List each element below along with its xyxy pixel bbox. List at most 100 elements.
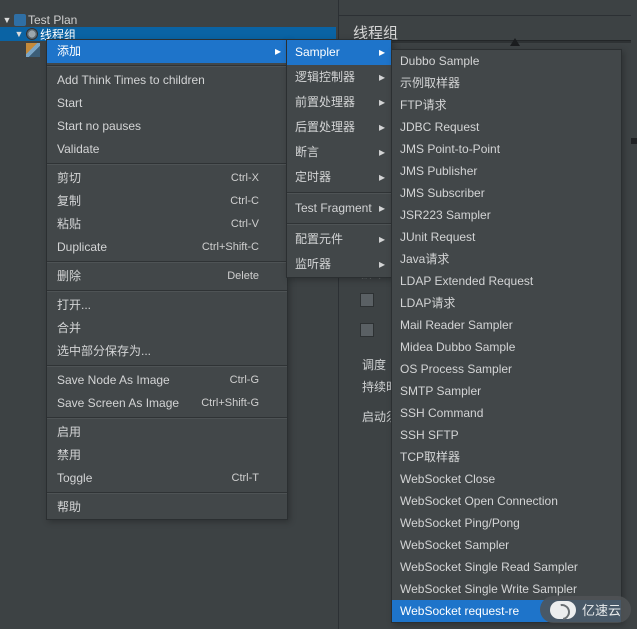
sampler-item[interactable]: JUnit Request [392,226,621,248]
sampler-item[interactable]: WebSocket Sampler [392,534,621,556]
gear-icon [26,28,38,40]
menu-item-save-node-as-image[interactable]: Save Node As ImageCtrl-G [47,369,287,392]
menu-separator [47,290,287,292]
sampler-item[interactable]: WebSocket Ping/Pong [392,512,621,534]
menu-item-label: LDAP请求 [400,296,455,310]
menu-item-start[interactable]: Start [47,92,287,115]
menu-item-label: FTP请求 [400,98,447,112]
menu-item-label: Validate [57,142,99,156]
sampler-item[interactable]: 示例取样器 [392,72,621,94]
sampler-item[interactable]: LDAP请求 [392,292,621,314]
menu-item-label: Test Fragment [295,201,372,215]
sampler-item[interactable]: JDBC Request [392,116,621,138]
submenu-arrow-icon: ▸ [379,252,385,277]
submenu-item-timer[interactable]: 定时器▸ [287,165,391,190]
submenu-item-logic-controller[interactable]: 逻辑控制器▸ [287,65,391,90]
sampler-item[interactable]: JMS Point-to-Point [392,138,621,160]
submenu-item-test-fragment[interactable]: Test Fragment ▸ [287,196,391,221]
sampler-item[interactable]: WebSocket Close [392,468,621,490]
menu-item-label: Dubbo Sample [400,54,479,68]
right-top-bar [339,0,637,16]
menu-separator [47,65,287,67]
menu-item-duplicate[interactable]: DuplicateCtrl+Shift-C [47,236,287,259]
menu-item-label: WebSocket request-re [400,604,519,618]
menu-item-save-screen-as-image[interactable]: Save Screen As ImageCtrl+Shift-G [47,392,287,415]
flask-icon [14,14,26,26]
menu-item-save-selection-as[interactable]: 选中部分保存为... [47,340,287,363]
sampler-item[interactable]: FTP请求 [392,94,621,116]
right-scrollbar[interactable] [631,0,637,629]
sampler-item[interactable]: SSH SFTP [392,424,621,446]
menu-item-label: WebSocket Close [400,472,495,486]
submenu-arrow-icon: ▸ [379,196,385,221]
sampler-item[interactable]: Dubbo Sample [392,50,621,72]
menu-item-label: 配置元件 [295,232,343,246]
menu-item-merge[interactable]: 合并 [47,317,287,340]
menu-item-start-no-pauses[interactable]: Start no pauses [47,115,287,138]
submenu-arrow-icon: ▸ [379,65,385,90]
menu-item-label: 复制 [57,194,81,208]
menu-item-label: 监听器 [295,257,331,271]
menu-item-label: 帮助 [57,500,81,514]
menu-item-validate[interactable]: Validate [47,138,287,161]
menu-separator [287,192,391,194]
submenu-item-listener[interactable]: 监听器 ▸ [287,252,391,277]
chk2[interactable] [360,322,378,337]
menu-item-disable[interactable]: 禁用 [47,444,287,467]
expand-icon[interactable]: ▼ [2,15,12,25]
menu-item-label: Start no pauses [57,119,141,133]
menu-item-label: Mail Reader Sampler [400,318,513,332]
menu-item-cut[interactable]: 剪切Ctrl-X [47,167,287,190]
shortcut: Ctrl-G [230,369,259,392]
sampler-item[interactable]: JSR223 Sampler [392,204,621,226]
menu-separator [47,492,287,494]
menu-item-label: OS Process Sampler [400,362,512,376]
sampler-item[interactable]: WebSocket Single Read Sampler [392,556,621,578]
sampler-item[interactable]: SMTP Sampler [392,380,621,402]
menu-item-label: SSH SFTP [400,428,459,442]
menu-item-label: SSH Command [400,406,483,420]
menu-separator [47,261,287,263]
sampler-item[interactable]: Midea Dubbo Sample [392,336,621,358]
sampler-item[interactable]: JMS Subscriber [392,182,621,204]
menu-item-add-think-times[interactable]: Add Think Times to children [47,69,287,92]
menu-item-add[interactable]: 添加 ▸ [47,40,287,63]
menu-item-delete[interactable]: 删除Delete [47,265,287,288]
menu-item-label: LDAP Extended Request [400,274,533,288]
menu-item-open[interactable]: 打开... [47,294,287,317]
menu-item-help[interactable]: 帮助 [47,496,287,519]
menu-item-label: SMTP Sampler [400,384,481,398]
expand-icon[interactable]: ▼ [14,29,24,39]
chk1[interactable] [360,292,378,307]
sampler-item[interactable]: JMS Publisher [392,160,621,182]
menu-item-label: Save Screen As Image [57,396,179,410]
sampler-item[interactable]: SSH Command [392,402,621,424]
menu-item-enable[interactable]: 启用 [47,421,287,444]
submenu-item-pre-processor[interactable]: 前置处理器▸ [287,90,391,115]
sampler-item[interactable]: LDAP Extended Request [392,270,621,292]
menu-item-label: 选中部分保存为... [57,344,151,358]
submenu-item-post-processor[interactable]: 后置处理器▸ [287,115,391,140]
menu-item-label: WebSocket Sampler [400,538,509,552]
sampler-item[interactable]: Java请求 [392,248,621,270]
menu-item-toggle[interactable]: ToggleCtrl-T [47,467,287,490]
submenu-arrow-icon: ▸ [379,115,385,140]
menu-item-label: 粘贴 [57,217,81,231]
sampler-submenu: Dubbo Sample 示例取样器 FTP请求 JDBC Request JMS Po… [391,49,622,623]
menu-item-copy[interactable]: 复制Ctrl-C [47,190,287,213]
tree-header [0,0,336,13]
scroll-up-indicator-icon [510,38,520,46]
menu-item-label: JSR223 Sampler [400,208,491,222]
sampler-item[interactable]: Mail Reader Sampler [392,314,621,336]
menu-item-label: 启用 [57,425,81,439]
sampler-item[interactable]: WebSocket Open Connection [392,490,621,512]
sampler-item[interactable]: TCP取样器 [392,446,621,468]
sampler-item[interactable]: OS Process Sampler [392,358,621,380]
menu-item-label: 前置处理器 [295,95,355,109]
menu-item-paste[interactable]: 粘贴Ctrl-V [47,213,287,236]
submenu-item-assertion[interactable]: 断言▸ [287,140,391,165]
menu-item-label: JDBC Request [400,120,479,134]
submenu-item-config-element[interactable]: 配置元件▸ [287,227,391,252]
scheduler-label: 调度 [362,356,386,373]
submenu-item-sampler[interactable]: Sampler▸ [287,40,391,65]
